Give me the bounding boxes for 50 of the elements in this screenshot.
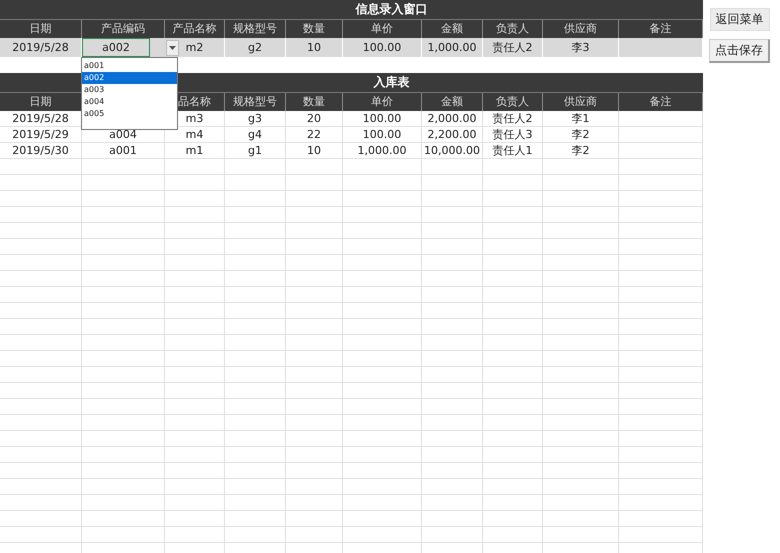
back-to-menu-button[interactable]: 返回菜单	[710, 8, 770, 31]
table-cell: g4	[225, 127, 286, 142]
table-cell: m4	[165, 127, 225, 142]
table-cell: a001	[82, 143, 165, 158]
table-cell: 李2	[543, 127, 619, 142]
table-cell: 100.00	[343, 38, 422, 57]
table-title: 信息录入窗口	[354, 1, 428, 18]
table-cell: 责任人2	[483, 111, 543, 126]
dropdown-button[interactable]	[166, 40, 179, 56]
table-cell: 10,000.00	[422, 143, 483, 158]
column-header: 日期	[0, 93, 82, 111]
dropdown-option[interactable]: a001	[82, 60, 177, 72]
table-cell: 100.00	[343, 127, 422, 142]
table-cell: 李3	[543, 38, 619, 57]
input-cell[interactable]: a002	[82, 38, 150, 57]
table-cell: 责任人3	[483, 127, 543, 142]
table-cell: 责任人1	[483, 143, 543, 158]
dropdown-option[interactable]: a003	[82, 84, 177, 96]
table-cell: 2,000.00	[422, 111, 483, 126]
column-header: 金额	[422, 93, 483, 111]
table-cell: 10	[286, 143, 343, 158]
dropdown-option[interactable]: a002	[82, 72, 177, 84]
column-header: 备注	[619, 93, 703, 111]
table-cell: 2019/5/30	[0, 143, 82, 158]
table-cell: 2019/5/28	[0, 111, 82, 126]
table-cell: 责任人2	[483, 38, 543, 57]
column-header: 单价	[343, 93, 422, 111]
table-cell: 1,000.00	[422, 38, 483, 57]
table-cell: 2019/5/29	[0, 127, 82, 142]
table-cell: 2,200.00	[422, 127, 483, 142]
table-cell: 2019/5/28	[0, 38, 82, 57]
table-cell: g3	[225, 111, 286, 126]
table-cell: 20	[286, 111, 343, 126]
table-title: 入库表	[372, 74, 410, 91]
column-header: 负责人	[483, 93, 543, 111]
table-cell: 22	[286, 127, 343, 142]
column-header: 数量	[286, 93, 343, 111]
caret-icon	[169, 46, 176, 50]
table-cell: a004	[82, 127, 165, 142]
table-cell: 李2	[543, 143, 619, 158]
table-cell: m1	[165, 143, 225, 158]
column-header: 供应商	[543, 93, 619, 111]
table-cell: g2	[225, 38, 286, 57]
table-cell: 1,000.00	[343, 143, 422, 158]
column-header: 规格型号	[225, 93, 286, 111]
save-button[interactable]: 点击保存	[709, 39, 770, 63]
table-cell: g1	[225, 143, 286, 158]
table-cell: 10	[286, 38, 343, 57]
table-cell: 李1	[543, 111, 619, 126]
table-cell: 100.00	[343, 111, 422, 126]
